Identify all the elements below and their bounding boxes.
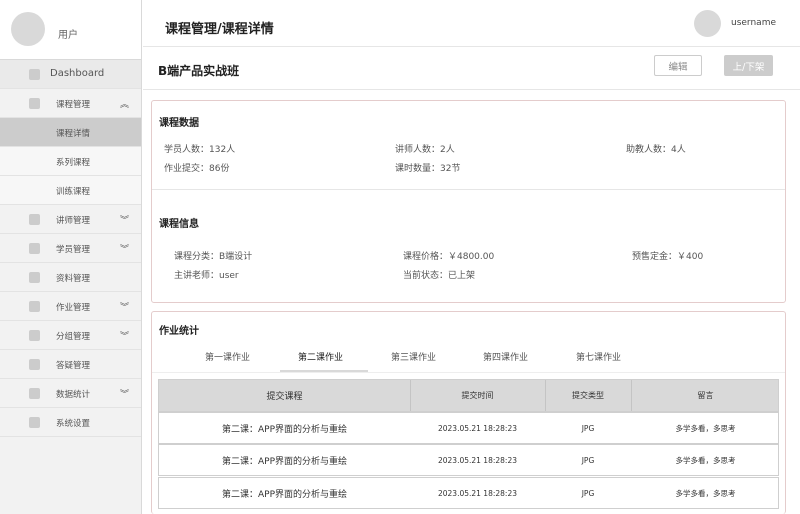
sidebar-item-label: Dashboard bbox=[50, 68, 105, 79]
homework-heading: 作业统计 bbox=[159, 326, 199, 337]
presale-deposit: 预售定金：￥400 bbox=[632, 252, 704, 262]
column-header: 提交时间 bbox=[461, 391, 494, 400]
sidebar-item-statistics[interactable]: 数据统计 ︾ bbox=[0, 379, 141, 408]
avatar[interactable] bbox=[11, 12, 45, 46]
edit-button[interactable]: 编辑 bbox=[654, 55, 702, 76]
sidebar-item-label: 作业管理 bbox=[56, 303, 91, 313]
tab-lesson-1[interactable]: 第一课作业 bbox=[205, 350, 250, 363]
students-count: 学员人数：132人 bbox=[164, 145, 236, 155]
chevron-down-icon[interactable]: ︾ bbox=[120, 242, 129, 255]
sidebar-item-qa-management[interactable]: 答疑管理 bbox=[0, 350, 141, 379]
submitted-course: 第二课：APP界面的分析与重绘 bbox=[221, 456, 347, 467]
submit-type: JPG bbox=[581, 423, 595, 433]
sidebar-item-label: 系统设置 bbox=[56, 419, 91, 429]
lecturers-count: 讲师人数：2人 bbox=[395, 145, 455, 155]
lessons-count: 课时数量：32节 bbox=[395, 164, 461, 174]
submit-time: 2023.05.21 18:28:23 bbox=[437, 455, 517, 465]
group-icon bbox=[29, 330, 40, 341]
course-summary-card: 课程数据 学员人数：132人 讲师人数：2人 助教人数：4人 作业提交：86份 … bbox=[151, 100, 786, 303]
sidebar: 用户 Dashboard 课程管理 ︽ 课程详情 系列课程 训练课程 讲师管理 … bbox=[0, 0, 142, 514]
sidebar-item-system-settings[interactable]: 系统设置 bbox=[0, 408, 141, 437]
sidebar-item-label: 系列课程 bbox=[56, 158, 91, 168]
chevron-down-icon[interactable]: ︾ bbox=[120, 329, 129, 342]
submit-type: JPG bbox=[581, 488, 595, 498]
user-avatar[interactable] bbox=[694, 10, 721, 37]
sidebar-item-label: 数据统计 bbox=[56, 390, 91, 400]
sidebar-item-label: 答疑管理 bbox=[56, 361, 91, 371]
chevron-up-icon[interactable]: ︽ bbox=[120, 97, 129, 110]
submitted-course: 第二课：APP界面的分析与重绘 bbox=[221, 489, 347, 500]
sidebar-item-label: 学员管理 bbox=[56, 245, 91, 255]
tab-lesson-3[interactable]: 第三课作业 bbox=[391, 350, 436, 363]
sidebar-item-label: 讲师管理 bbox=[56, 216, 91, 226]
sidebar-item-series-course[interactable]: 系列课程 bbox=[0, 147, 141, 176]
homework-submitted-count: 作业提交：86份 bbox=[164, 164, 230, 174]
column-header: 留言 bbox=[697, 391, 714, 400]
settings-icon bbox=[29, 417, 40, 428]
page-title: B端产品实战班 bbox=[158, 64, 240, 78]
submit-type: JPG bbox=[581, 455, 595, 465]
sidebar-item-course-detail[interactable]: 课程详情 bbox=[0, 118, 141, 147]
top-header: 课程管理/课程详情 username bbox=[143, 0, 800, 47]
submitted-course: 第二课：APP界面的分析与重绘 bbox=[221, 424, 347, 435]
course-management-icon bbox=[29, 98, 40, 109]
course-title-bar: B端产品实战班 编辑 上/下架 bbox=[143, 48, 800, 90]
sidebar-item-label: 课程详情 bbox=[56, 129, 91, 139]
student-icon bbox=[29, 243, 40, 254]
publish-toggle-button[interactable]: 上/下架 bbox=[724, 55, 773, 76]
sidebar-item-lecturer-management[interactable]: 讲师管理 ︾ bbox=[0, 205, 141, 234]
course-category: 课程分类：B端设计 bbox=[174, 252, 253, 262]
sidebar-item-course-management[interactable]: 课程管理 ︽ bbox=[0, 89, 141, 118]
column-header: 提交课程 bbox=[266, 392, 303, 402]
assistants-count: 助教人数：4人 bbox=[626, 145, 686, 155]
sidebar-item-label: 资料管理 bbox=[56, 274, 91, 284]
sidebar-item-group-management[interactable]: 分组管理 ︾ bbox=[0, 321, 141, 350]
comment: 多学多看，多思考 bbox=[675, 488, 736, 498]
username-label[interactable]: username bbox=[731, 18, 776, 28]
table-row[interactable]: 第二课：APP界面的分析与重绘 2023.05.21 18:28:23 JPG … bbox=[158, 477, 779, 509]
tab-lesson-4[interactable]: 第四课作业 bbox=[483, 350, 528, 363]
material-icon bbox=[29, 272, 40, 283]
sidebar-item-label: 分组管理 bbox=[56, 332, 91, 342]
table-row[interactable]: 第二课：APP界面的分析与重绘 2023.05.21 18:28:23 JPG … bbox=[158, 412, 779, 444]
sidebar-item-dashboard[interactable]: Dashboard bbox=[0, 60, 141, 89]
active-tab-indicator bbox=[280, 370, 368, 372]
course-data-heading: 课程数据 bbox=[159, 118, 199, 129]
table-header: 提交课程 提交时间 提交类型 留言 bbox=[158, 379, 779, 412]
lecturer-icon bbox=[29, 214, 40, 225]
table-row[interactable]: 第二课：APP界面的分析与重绘 2023.05.21 18:28:23 JPG … bbox=[158, 444, 779, 476]
sidebar-menu: Dashboard 课程管理 ︽ 课程详情 系列课程 训练课程 讲师管理 ︾ 学… bbox=[0, 60, 141, 437]
course-price: 课程价格：￥4800.00 bbox=[403, 252, 495, 262]
sidebar-item-student-management[interactable]: 学员管理 ︾ bbox=[0, 234, 141, 263]
course-info-heading: 课程信息 bbox=[159, 219, 199, 230]
qa-icon bbox=[29, 359, 40, 370]
submit-time: 2023.05.21 18:28:23 bbox=[437, 488, 517, 498]
sidebar-user-block: 用户 bbox=[0, 0, 141, 60]
sidebar-item-label: 训练课程 bbox=[56, 187, 91, 197]
section-divider bbox=[152, 189, 785, 190]
homework-stats-card: 作业统计 第一课作业 第二课作业 第三课作业 第四课作业 第七课作业 提交课程 … bbox=[151, 311, 786, 514]
comment: 多学多看，多思考 bbox=[675, 455, 736, 465]
dashboard-icon bbox=[29, 69, 40, 80]
homework-icon bbox=[29, 301, 40, 312]
sidebar-item-label: 课程管理 bbox=[56, 100, 91, 110]
column-header: 提交类型 bbox=[572, 391, 604, 400]
chevron-down-icon[interactable]: ︾ bbox=[120, 300, 129, 313]
main-teacher: 主讲老师：user bbox=[174, 271, 239, 281]
sidebar-user-label: 用户 bbox=[58, 30, 78, 41]
tab-baseline bbox=[152, 372, 785, 373]
sidebar-item-homework-management[interactable]: 作业管理 ︾ bbox=[0, 292, 141, 321]
tab-lesson-7[interactable]: 第七课作业 bbox=[576, 350, 621, 363]
tab-lesson-2[interactable]: 第二课作业 bbox=[298, 350, 343, 363]
current-status: 当前状态：已上架 bbox=[403, 271, 476, 281]
chevron-down-icon[interactable]: ︾ bbox=[120, 213, 129, 226]
chevron-down-icon[interactable]: ︾ bbox=[120, 387, 129, 400]
submit-time: 2023.05.21 18:28:23 bbox=[437, 423, 517, 433]
sidebar-item-material-management[interactable]: 资料管理 bbox=[0, 263, 141, 292]
comment: 多学多看，多思考 bbox=[675, 423, 736, 433]
sidebar-item-training-course[interactable]: 训练课程 bbox=[0, 176, 141, 205]
statistics-icon bbox=[29, 388, 40, 399]
breadcrumb: 课程管理/课程详情 bbox=[165, 22, 274, 37]
